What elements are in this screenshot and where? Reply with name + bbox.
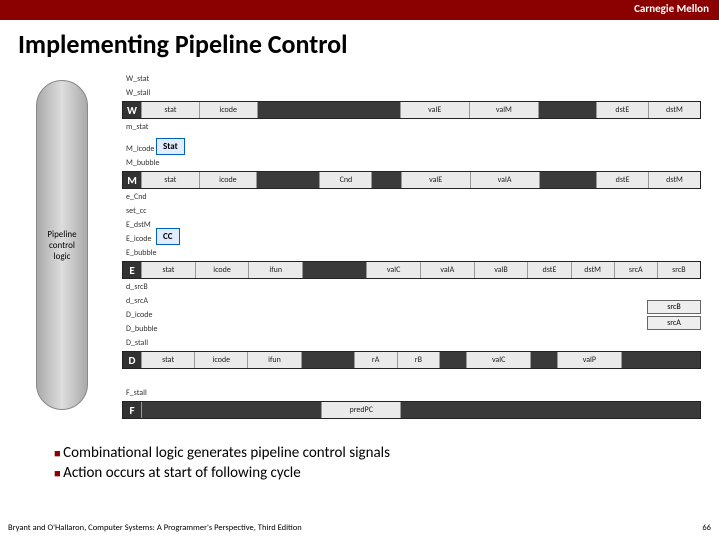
D-ifun: ifun — [247, 352, 300, 368]
signal-w-stat: W_stat — [96, 72, 701, 86]
W-stat: stat — [141, 102, 199, 118]
E-ifun: ifun — [248, 262, 302, 278]
D-rB: rB — [397, 352, 440, 368]
signal-set-cc: set_cc — [96, 204, 701, 218]
bullet-2: Action occurs at start of following cycl… — [54, 464, 665, 482]
D-icode: icode — [194, 352, 247, 368]
signal-e-icode: E_icode — [96, 232, 701, 246]
brand-bar: Carnegie Mellon — [0, 0, 719, 20]
stage-M: M stat icode Cnd valE valA dstE dstM — [96, 171, 701, 189]
W-icode: icode — [199, 102, 257, 118]
E-srcA: srcA — [614, 262, 657, 278]
W-gap — [257, 102, 400, 118]
E-icode: icode — [195, 262, 249, 278]
W-dstE: dstE — [596, 102, 648, 118]
signal-m-icode: M_icode — [96, 142, 701, 156]
D-stat: stat — [141, 352, 194, 368]
srcA-box: srcA — [647, 316, 701, 330]
E-valA: valA — [420, 262, 474, 278]
footer: Bryant and O'Hallaron, Computer Systems:… — [8, 523, 711, 533]
stage-F-label: F — [123, 402, 141, 418]
M-gap1b — [371, 172, 400, 188]
stage-D-label: D — [123, 352, 141, 368]
F-gap — [141, 402, 321, 418]
bullet-list: Combinational logic generates pipeline c… — [0, 428, 719, 482]
stat-box: Stat — [156, 138, 185, 155]
E-dstE: dstE — [527, 262, 570, 278]
page-title: Implementing Pipeline Control — [0, 20, 719, 64]
D-gap3 — [530, 352, 557, 368]
F-predPC: predPC — [321, 402, 400, 418]
E-dstM: dstM — [571, 262, 614, 278]
signal-e-dstm: E_dstM — [96, 218, 701, 232]
stage-W-label: W — [123, 102, 141, 118]
stage-D: D stat icode ifun rA rB valC valP — [96, 351, 701, 369]
signal-w-stall: W_stall — [96, 86, 701, 100]
M-dstM: dstM — [648, 172, 700, 188]
W-dstM: dstM — [648, 102, 700, 118]
bullet-1: Combinational logic generates pipeline c… — [54, 444, 665, 462]
W-valE: valE — [400, 102, 469, 118]
srcB-box: srcB — [647, 300, 701, 314]
stage-E: E stat icode ifun valC valA valB dstE ds… — [96, 261, 701, 279]
E-gap — [302, 262, 366, 278]
D-rA: rA — [354, 352, 397, 368]
signal-d-bubble: D_bubble — [96, 322, 701, 336]
E-srcB: srcB — [657, 262, 700, 278]
E-stat: stat — [141, 262, 195, 278]
signal-d-stall: D_stall — [96, 336, 701, 350]
M-valE: valE — [401, 172, 470, 188]
signal-m-stat: m_stat — [96, 120, 701, 134]
signal-d-srcb: d_srcB — [96, 280, 701, 294]
signal-e-cnd: e_Cnd — [96, 190, 701, 204]
W-valM: valM — [469, 102, 538, 118]
D-gap2 — [439, 352, 466, 368]
D-gap4 — [621, 352, 700, 368]
pipeline-diagram: Pipeline control logic W_stat W_stall W … — [18, 68, 701, 428]
M-Cnd: Cnd — [319, 172, 371, 188]
M-gap2 — [539, 172, 597, 188]
M-dstE: dstE — [596, 172, 648, 188]
D-valP: valP — [557, 352, 621, 368]
stage-F: F predPC — [96, 401, 701, 419]
signal-f-stall: F_stall — [96, 386, 701, 400]
signal-d-srca: d_srcA — [96, 294, 701, 308]
M-stat: stat — [141, 172, 199, 188]
page-number: 66 — [702, 523, 711, 533]
cc-box: CC — [156, 228, 180, 245]
W-gap2 — [538, 102, 596, 118]
signal-e-bubble: E_bubble — [96, 246, 701, 260]
D-gap — [301, 352, 354, 368]
pipeline-rows: W_stat W_stall W stat icode valE valM ds… — [96, 72, 701, 420]
M-valA: valA — [470, 172, 539, 188]
F-gap2 — [400, 402, 700, 418]
stage-W: W stat icode valE valM dstE dstM — [96, 101, 701, 119]
M-icode: icode — [199, 172, 257, 188]
signal-d-icode: D_icode — [96, 308, 701, 322]
D-valC: valC — [466, 352, 530, 368]
pipeline-control-logic-block: Pipeline control logic — [36, 80, 88, 410]
signal-m-bubble: M_bubble — [96, 156, 701, 170]
E-valB: valB — [474, 262, 528, 278]
M-gap — [256, 172, 319, 188]
footer-credit: Bryant and O'Hallaron, Computer Systems:… — [8, 523, 302, 533]
E-valC: valC — [366, 262, 420, 278]
stage-E-label: E — [123, 262, 141, 278]
stage-M-label: M — [123, 172, 141, 188]
